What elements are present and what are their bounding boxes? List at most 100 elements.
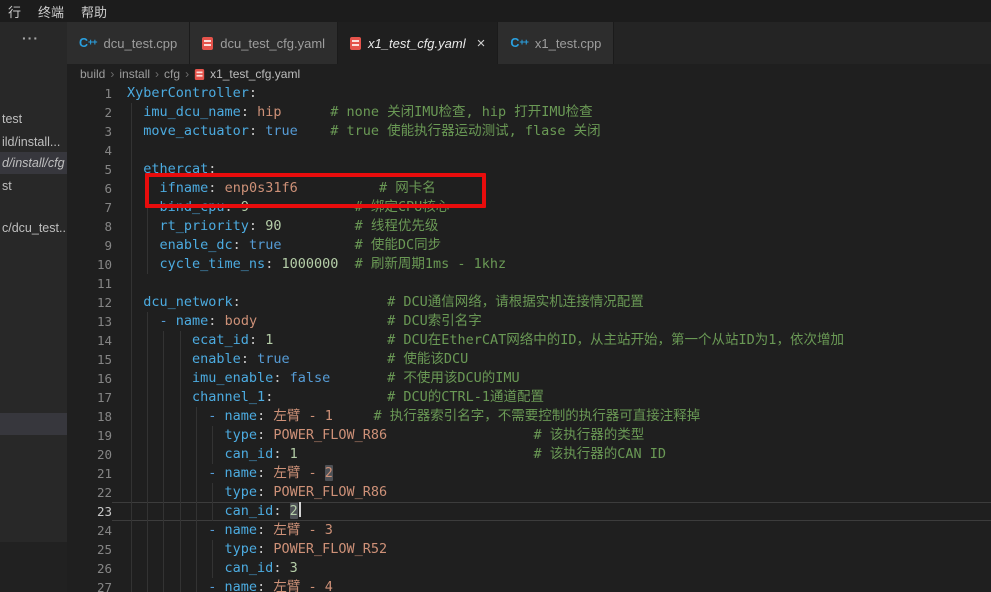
- code-token: # DCU通信网络，请根据实机连接情况配置: [387, 294, 644, 310]
- tab-x1_test_cfg.yaml[interactable]: x1_test_cfg.yaml×: [338, 22, 498, 64]
- more-actions-icon[interactable]: ···: [22, 30, 39, 46]
- text-cursor: [299, 502, 301, 517]
- code-token: [281, 104, 330, 120]
- code-line: 3 move_actuator: true # true 使能执行器运动测试, …: [67, 122, 991, 141]
- code-token: [273, 332, 387, 348]
- code-token: :: [257, 522, 273, 538]
- code-token: imu_enable: [192, 370, 273, 386]
- code-token: 左臂 - 3: [273, 522, 333, 538]
- code-token: # 使能该DCU: [387, 351, 468, 367]
- code-token: channel_1: [192, 389, 265, 405]
- indent-guide: [147, 350, 148, 369]
- line-number: 19: [67, 426, 112, 445]
- indent-guide: [147, 540, 148, 559]
- indent-guide: [163, 502, 164, 521]
- code-token: [290, 351, 388, 367]
- indent-guide: [163, 464, 164, 483]
- vscode-window: 行 终端 帮助 ··· testild/install...d/install/…: [0, 0, 991, 592]
- tab-x1_test.cpp[interactable]: C++x1_test.cpp: [498, 22, 614, 64]
- code-token: # 该执行器的类型: [533, 427, 644, 443]
- code-line: 27 - name: 左臂 - 4: [67, 578, 991, 592]
- code-token: [387, 427, 533, 443]
- code-token: [241, 294, 387, 310]
- code-token: :: [257, 427, 273, 443]
- indent-guide: [147, 559, 148, 578]
- line-number: 17: [67, 388, 112, 407]
- editor-code[interactable]: 1XyberController:2 imu_dcu_name: hip # n…: [67, 84, 991, 592]
- yaml-file-icon: [195, 68, 204, 79]
- sidebar-item[interactable]: c/dcu_test...: [0, 217, 67, 239]
- menu-item-run[interactable]: 行: [8, 2, 21, 21]
- code-token: [127, 370, 192, 386]
- code-line: 9 enable_dc: true # 使能DC同步: [67, 236, 991, 255]
- code-line: 8 rt_priority: 90 # 线程优先级: [67, 217, 991, 236]
- yaml-file-icon: [350, 37, 361, 50]
- indent-guide: [147, 445, 148, 464]
- code-token: -: [208, 522, 224, 538]
- indent-guide: [163, 407, 164, 426]
- tab-label: dcu_test.cpp: [104, 36, 178, 51]
- breadcrumb-file[interactable]: x1_test_cfg.yaml: [210, 67, 300, 81]
- code-token: move_actuator: [143, 123, 249, 139]
- indent-guide: [131, 578, 132, 592]
- indent-guide: [163, 388, 164, 407]
- indent-guide: [131, 122, 132, 141]
- breadcrumb-segment[interactable]: install: [119, 67, 150, 81]
- indent-guide: [131, 369, 132, 388]
- code-token: rt_priority: [160, 218, 249, 234]
- code-line: 24 - name: 左臂 - 3: [67, 521, 991, 540]
- indent-guide: [147, 407, 148, 426]
- close-icon[interactable]: ×: [477, 36, 486, 51]
- sidebar-item[interactable]: test: [0, 108, 67, 130]
- indent-guide: [131, 274, 132, 293]
- indent-guide: [131, 103, 132, 122]
- indent-guide: [180, 388, 181, 407]
- code-token: name: [176, 313, 209, 329]
- breadcrumb-segment[interactable]: build: [80, 67, 105, 81]
- code-token: [249, 199, 355, 215]
- code-token: # DCU的CTRL-1通道配置: [387, 389, 544, 405]
- code-token: POWER_FLOW_R86: [273, 427, 387, 443]
- indent-guide: [147, 179, 148, 198]
- code-token: 左臂 - 1: [273, 408, 333, 424]
- code-token: [127, 332, 192, 348]
- indent-guide: [147, 521, 148, 540]
- code-token: [281, 218, 354, 234]
- indent-guide: [163, 521, 164, 540]
- tab-dcu_test.cpp[interactable]: C++dcu_test.cpp: [67, 22, 190, 64]
- sidebar-item[interactable]: ild/install...: [0, 131, 67, 153]
- code-token: -: [160, 313, 176, 329]
- indent-guide: [131, 198, 132, 217]
- code-token: 3: [290, 560, 298, 576]
- indent-guide: [147, 502, 148, 521]
- code-token: [127, 541, 225, 557]
- line-number: 2: [67, 103, 112, 122]
- code-token: can_id: [225, 446, 274, 462]
- code-token: [127, 294, 143, 310]
- code-token: [127, 484, 225, 500]
- menu-item-terminal[interactable]: 终端: [38, 2, 64, 21]
- code-line: 19 type: POWER_FLOW_R86 # 该执行器的类型: [67, 426, 991, 445]
- code-token: :: [249, 218, 265, 234]
- menu-item-help[interactable]: 帮助: [81, 2, 107, 21]
- sidebar-item[interactable]: st: [0, 175, 67, 197]
- indent-guide: [180, 426, 181, 445]
- indent-guide: [163, 331, 164, 350]
- code-token: :: [225, 199, 241, 215]
- code-token: POWER_FLOW_R86: [273, 484, 387, 500]
- indent-guide: [131, 502, 132, 521]
- code-token: dcu_network: [143, 294, 232, 310]
- sidebar-item[interactable]: [0, 413, 67, 435]
- indent-guide: [147, 369, 148, 388]
- indent-guide: [147, 578, 148, 592]
- breadcrumb-segment[interactable]: cfg: [164, 67, 180, 81]
- code-line: 13 - name: body # DCU索引名字: [67, 312, 991, 331]
- breadcrumb-separator: ›: [185, 67, 189, 81]
- sidebar-item[interactable]: d/install/cfg: [0, 152, 67, 174]
- indent-guide: [147, 236, 148, 255]
- code-token: [338, 256, 354, 272]
- indent-guide: [196, 426, 197, 445]
- tab-dcu_test_cfg.yaml[interactable]: dcu_test_cfg.yaml: [190, 22, 338, 64]
- code-token: # 线程优先级: [355, 218, 439, 234]
- code-token: [127, 351, 192, 367]
